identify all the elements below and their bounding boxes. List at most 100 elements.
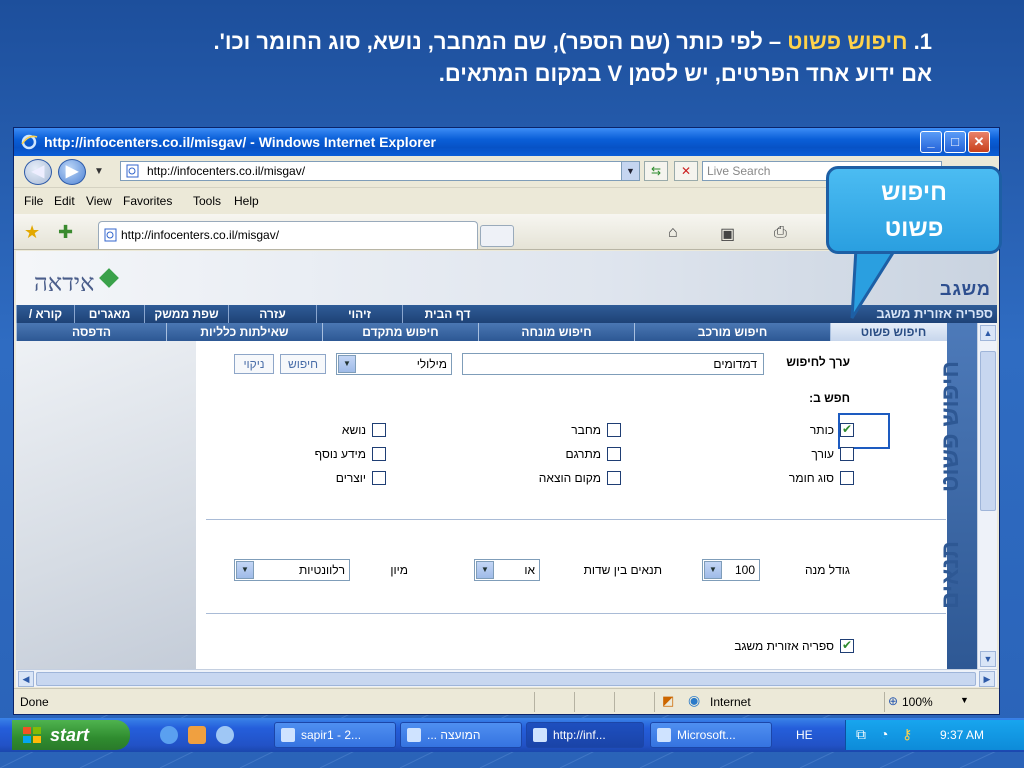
security-icon[interactable]: ◩ <box>662 693 674 709</box>
tab-advanced-search[interactable]: חיפוש מתקדם <box>322 323 478 341</box>
add-favorite-icon[interactable]: ✚ <box>58 222 73 243</box>
maximize-button[interactable]: □ <box>944 131 966 153</box>
checkbox-subject[interactable] <box>372 423 386 437</box>
tab-guided-search[interactable]: חיפוש מונחה <box>478 323 634 341</box>
status-divider <box>654 692 655 712</box>
field-creators-label: יוצרים <box>335 471 366 485</box>
checkbox-title[interactable] <box>840 422 854 437</box>
checkbox-publish-place[interactable] <box>607 471 621 485</box>
menu-edit[interactable]: Edit <box>54 194 75 208</box>
svg-text:אידאה: אידאה <box>34 271 94 297</box>
search-value-label: ערך לחיפוש <box>786 355 850 369</box>
scroll-left-icon[interactable]: ◀ <box>18 671 34 687</box>
title-bar[interactable]: http://infocenters.co.il/misgav/ - Windo… <box>14 128 999 156</box>
checkbox-translator[interactable] <box>607 447 621 461</box>
hscroll-thumb[interactable] <box>36 672 976 686</box>
horizontal-scrollbar[interactable]: ◀ ▶ <box>16 669 997 687</box>
callout-line1: חיפוש <box>881 179 947 206</box>
tab-print[interactable]: הדפסה <box>16 323 166 341</box>
menu-favorites[interactable]: Favorites <box>123 194 172 208</box>
back-button[interactable]: ◀ <box>24 159 52 185</box>
zoom-icon: ⊕ <box>888 694 899 708</box>
field-author-label: מחבר <box>571 423 601 437</box>
menu-view[interactable]: View <box>86 194 112 208</box>
quantity-select[interactable]: 100 ▼ <box>702 559 760 581</box>
nav-login[interactable]: זיהוי <box>316 305 402 323</box>
scroll-right-icon[interactable]: ▶ <box>979 671 995 687</box>
sort-select[interactable]: רלוונטיות ▼ <box>234 559 350 581</box>
status-divider <box>574 692 575 712</box>
site-logo-icon: אידאה <box>34 268 119 297</box>
tray-volume-icon[interactable]: ◔ <box>880 726 888 742</box>
vertical-scrollbar[interactable]: ▲ ▼ <box>977 323 997 669</box>
new-tab-button[interactable] <box>480 225 514 247</box>
tray-key-icon[interactable]: ⚷ <box>902 726 912 743</box>
scroll-down-icon[interactable]: ▼ <box>980 651 996 667</box>
tab-general-queries[interactable]: שאילתות כלליות <box>166 323 322 341</box>
match-type-select[interactable]: מילולי ▼ <box>336 353 452 375</box>
divider <box>206 613 946 614</box>
tray-network-icon[interactable]: ⧉ <box>856 726 866 743</box>
history-dropdown-icon[interactable]: ▼ <box>94 166 104 177</box>
simple-search-form: ערך לחיפוש דמדומים מילולי ▼ חיפוש ניקוי ח… <box>206 341 946 669</box>
page-icon <box>126 164 139 178</box>
heading-accent: חיפוש פשוט <box>787 29 908 54</box>
search-value-input[interactable]: דמדומים <box>462 353 764 375</box>
nav-help[interactable]: עזרה <box>228 305 316 323</box>
refresh-icon[interactable]: ⇆ <box>644 161 668 181</box>
tab-complex-search[interactable]: חיפוש מורכב <box>634 323 830 341</box>
home-icon[interactable]: ⌂ <box>668 224 678 242</box>
search-button[interactable]: חיפוש <box>280 354 326 374</box>
scroll-up-icon[interactable]: ▲ <box>980 325 996 341</box>
library-checkbox-label: ספריה אזורית משגב <box>734 639 834 653</box>
checkbox-author[interactable] <box>607 423 621 437</box>
status-divider <box>884 692 885 712</box>
checkbox-library[interactable] <box>840 638 854 653</box>
print-icon[interactable]: ⎙ <box>774 224 787 242</box>
match-type-dropdown-icon[interactable]: ▼ <box>338 355 356 373</box>
conditions-select[interactable]: או ▼ <box>474 559 540 581</box>
sort-dropdown-icon[interactable]: ▼ <box>236 561 254 579</box>
minimize-button[interactable]: _ <box>920 131 942 153</box>
globe-icon: ◉ <box>688 692 701 708</box>
stop-icon[interactable]: ✕ <box>674 161 698 181</box>
task-browser[interactable]: http://inf... <box>526 722 644 748</box>
checkbox-creators[interactable] <box>372 471 386 485</box>
nav-interface-language[interactable]: שפת ממשק <box>144 305 228 323</box>
system-tray: ⧉ ◔ ⚷ 9:37 AM <box>845 720 1024 750</box>
zoom-dropdown-icon[interactable]: ▼ <box>960 695 969 705</box>
conditions-dropdown-icon[interactable]: ▼ <box>476 561 494 579</box>
address-dropdown-icon[interactable]: ▼ <box>621 162 639 180</box>
clear-button[interactable]: ניקוי <box>234 354 274 374</box>
nav-databases[interactable]: מאגרים <box>74 305 144 323</box>
forward-button[interactable]: ▶ <box>58 159 86 185</box>
language-indicator[interactable]: HE <box>796 728 813 742</box>
task-microsoft[interactable]: Microsoft... <box>650 722 772 748</box>
quicklaunch-outlook-icon[interactable] <box>188 726 206 744</box>
zoom-level[interactable]: 100% <box>902 695 933 709</box>
nav-reader-search[interactable]: קורא / חיפוש <box>16 305 74 339</box>
menu-help[interactable]: Help <box>234 194 259 208</box>
favorites-star-icon[interactable]: ★ <box>24 222 40 243</box>
checkbox-material-type[interactable] <box>840 471 854 485</box>
close-button[interactable]: ✕ <box>968 131 990 153</box>
quantity-dropdown-icon[interactable]: ▼ <box>704 561 722 579</box>
browser-tab[interactable]: http://infocenters.co.il/misgav/ <box>98 221 478 249</box>
scroll-thumb[interactable] <box>980 351 996 511</box>
nav-home[interactable]: דף הבית <box>402 305 492 323</box>
task-sapir[interactable]: sapir1 - 2... <box>274 722 396 748</box>
menu-file[interactable]: File <box>24 194 43 208</box>
tab-simple-search[interactable]: חיפוש פשוט <box>830 323 956 341</box>
feeds-icon[interactable]: ▣ <box>720 224 735 244</box>
checkbox-editor[interactable] <box>840 447 854 461</box>
quicklaunch-ie-icon[interactable] <box>160 726 178 744</box>
clock[interactable]: 9:37 AM <box>940 728 984 742</box>
address-input[interactable]: http://infocenters.co.il/misgav/ ▼ <box>120 161 640 181</box>
task-council[interactable]: ... המועצה <box>400 722 522 748</box>
slide-heading-line1: 1. חיפוש פשוט – לפי כותר (שם הספר), שם ה… <box>213 29 932 54</box>
field-subject-label: נושא <box>341 423 366 437</box>
menu-tools[interactable]: Tools <box>193 194 221 208</box>
quicklaunch-messenger-icon[interactable] <box>216 726 234 744</box>
checkbox-extra-info[interactable] <box>372 447 386 461</box>
start-button[interactable]: start <box>12 720 130 750</box>
